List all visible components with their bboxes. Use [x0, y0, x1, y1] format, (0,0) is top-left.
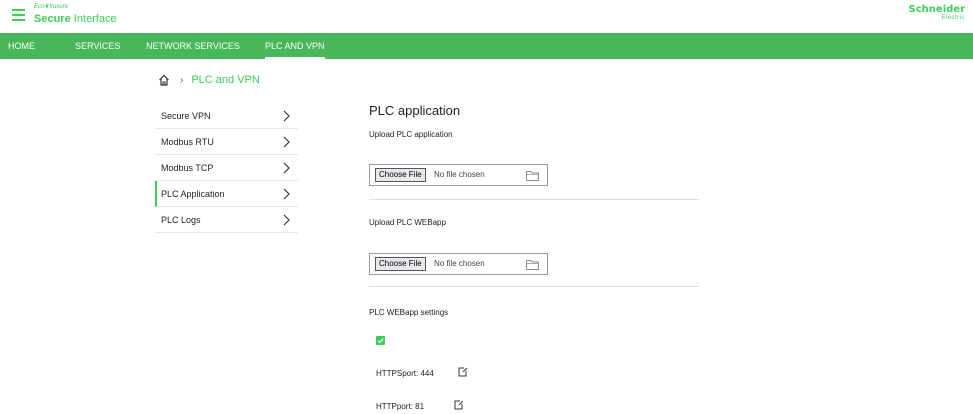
chevron-right-icon: [283, 188, 290, 200]
plc-webapp-file-input[interactable]: Choose File No file chosen: [369, 253, 548, 275]
sidebar-item-modbus-rtu[interactable]: Modbus RTU: [155, 129, 298, 155]
home-icon[interactable]: [158, 74, 170, 86]
breadcrumb-current: PLC and VPN: [191, 74, 260, 86]
sidebar-item-modbus-tcp[interactable]: Modbus TCP: [155, 155, 298, 181]
chevron-right-icon: [283, 110, 290, 122]
edit-icon[interactable]: [458, 367, 468, 377]
file-status: No file chosen: [434, 259, 485, 268]
brand: Eco❦truxure Secure Interface: [34, 4, 117, 27]
sidebar-item-label: PLC Application: [161, 189, 225, 199]
folder-icon: [526, 260, 539, 270]
nav-item-services[interactable]: SERVICES: [75, 33, 120, 59]
chevron-right-icon: [283, 214, 290, 226]
divider: [369, 199, 699, 200]
https-port-value: HTTPSport: 444: [376, 369, 434, 378]
chevron-right-icon: [283, 162, 290, 174]
nav-item-plc-and-vpn[interactable]: PLC AND VPN: [265, 33, 325, 59]
breadcrumb-separator: ›: [180, 74, 184, 86]
upload-webapp-label: Upload PLC WEBapp: [369, 218, 446, 227]
choose-file-button[interactable]: Choose File: [375, 257, 426, 271]
sidebar-item-label: Modbus RTU: [161, 137, 214, 147]
sidebar-item-plc-logs[interactable]: PLC Logs: [155, 207, 298, 233]
nav-item-network-services[interactable]: NETWORK SERVICES: [146, 33, 240, 59]
breadcrumb: › PLC and VPN: [158, 73, 260, 87]
chevron-right-icon: [283, 136, 290, 148]
ecostruxure-logo: Eco❦truxure: [34, 4, 69, 10]
nav-item-home[interactable]: HOME: [8, 33, 35, 59]
upload-app-label: Upload PLC application: [369, 130, 453, 139]
sidebar-item-label: Secure VPN: [161, 111, 211, 121]
sidebar-item-label: PLC Logs: [161, 215, 201, 225]
divider: [369, 286, 699, 287]
webapp-enabled-checkbox[interactable]: [376, 336, 385, 345]
sidebar-item-secure-vpn[interactable]: Secure VPN: [155, 103, 298, 129]
app-header: Eco❦truxure Secure Interface Schneider E…: [0, 0, 973, 32]
sidebar-item-plc-application[interactable]: PLC Application: [155, 181, 298, 207]
plc-app-file-input[interactable]: Choose File No file chosen: [369, 164, 548, 186]
webapp-settings-label: PLC WEBapp settings: [369, 308, 449, 317]
file-status: No file chosen: [434, 170, 485, 179]
page-title: PLC application: [369, 103, 461, 118]
sidebar: Secure VPN Modbus RTU Modbus TCP PLC App…: [155, 103, 298, 233]
sidebar-item-label: Modbus TCP: [161, 163, 214, 173]
menu-icon[interactable]: [12, 9, 25, 21]
choose-file-button[interactable]: Choose File: [375, 168, 426, 182]
main-nav: HOME SERVICES NETWORK SERVICES PLC AND V…: [0, 33, 973, 59]
schneider-logo: Schneider Electric: [908, 4, 965, 21]
http-port-value: HTTPport: 81: [376, 402, 425, 411]
app-title: Secure Interface: [34, 13, 117, 25]
edit-icon[interactable]: [454, 400, 464, 410]
folder-icon: [526, 171, 539, 181]
